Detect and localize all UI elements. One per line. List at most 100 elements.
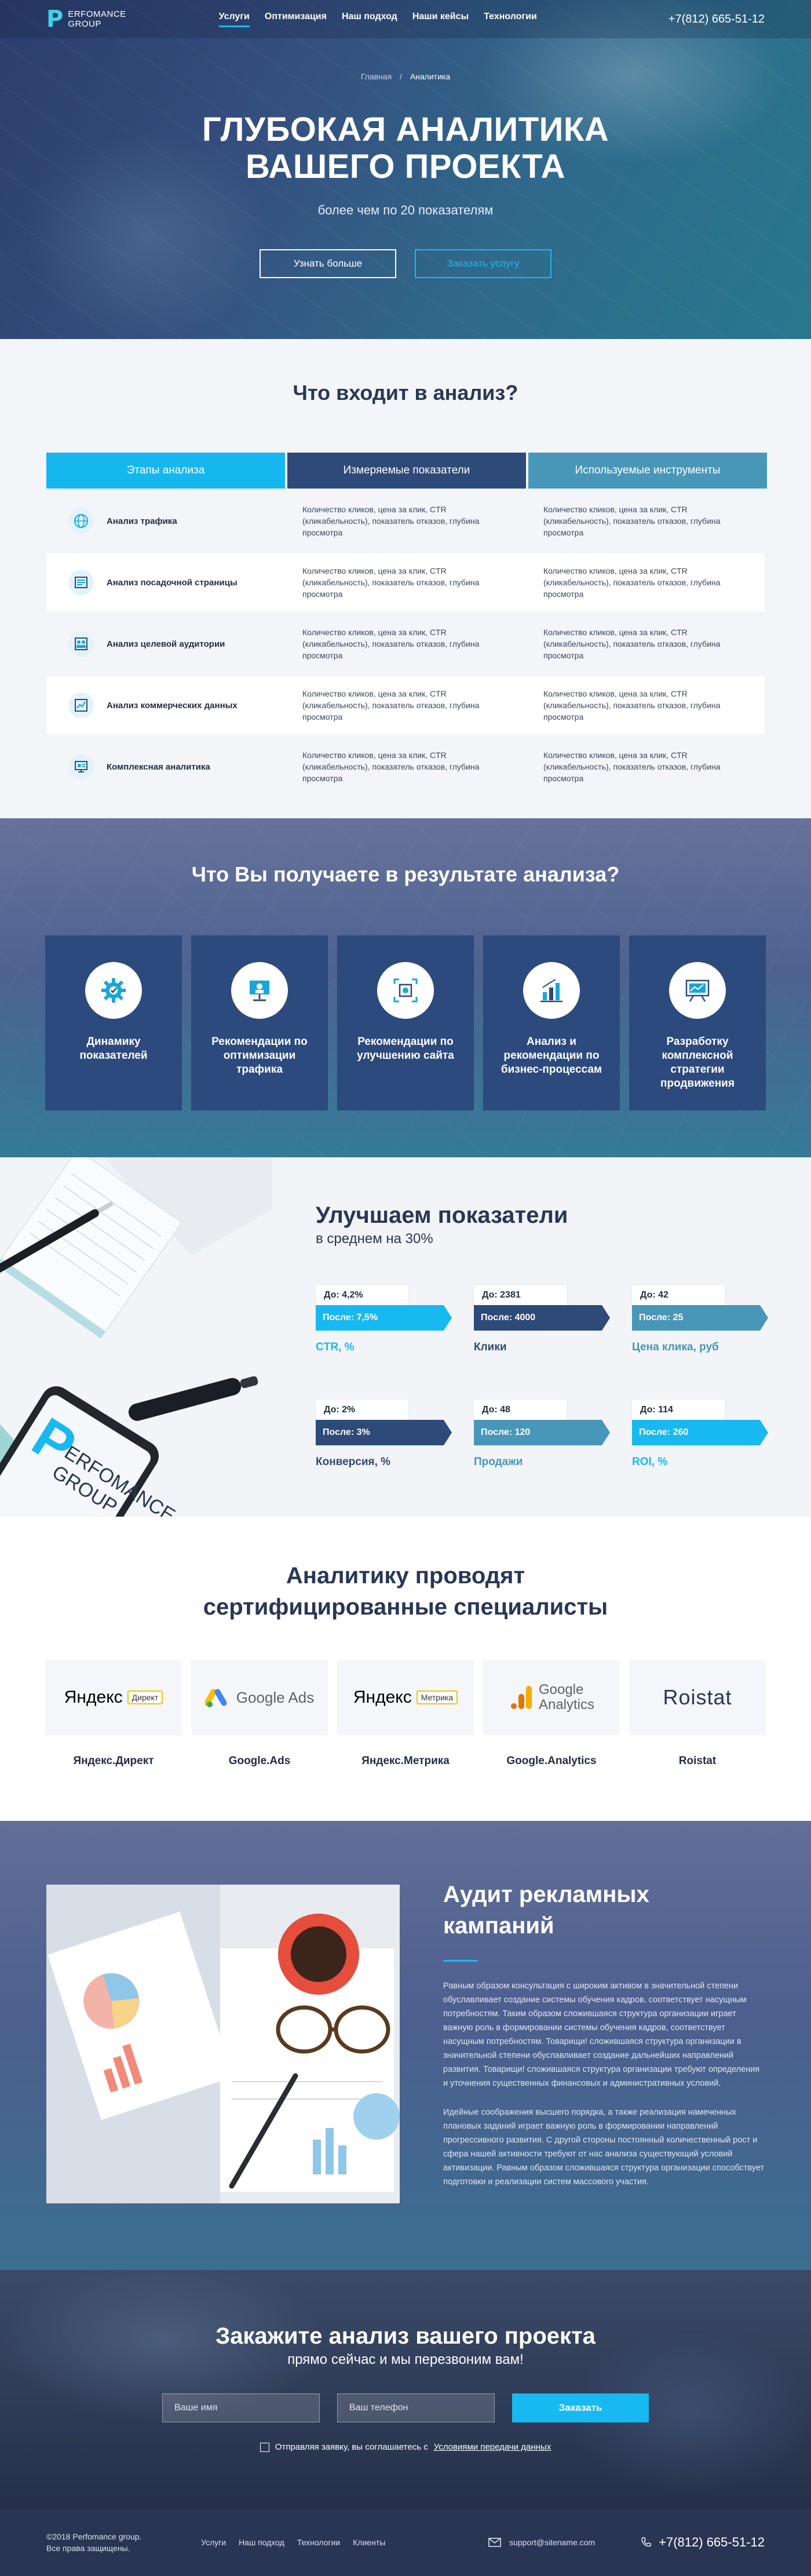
audit-image [46, 1885, 400, 2203]
audit-title: Аудит рекламных кампаний [443, 1882, 649, 1939]
metric-item: До: 114 После: 260 ROI, % [632, 1400, 768, 1469]
result-card: Динамику показателей [45, 935, 182, 1110]
metric-before: До: 2% [316, 1400, 408, 1420]
desk-illustration: P ERFOMANCE GROUP [0, 1157, 272, 1517]
partner-yandex-direct: Яндекс Директ Яндекс.Директ [45, 1660, 182, 1768]
breadcrumb-current: Аналитика [410, 72, 451, 81]
specialists-section: Аналитику проводят сертифицированные спе… [0, 1517, 811, 1821]
breadcrumb: Главная / Аналитика [0, 72, 811, 81]
audit-paragraph-1: Равным образом консультация с широким ак… [443, 1981, 760, 2088]
audience-icon [68, 631, 94, 657]
submit-order-button[interactable]: Заказать [512, 2393, 649, 2422]
google-ads-mark-icon [204, 1689, 227, 1707]
footer: ©2018 Perfomance group. Все права защище… [0, 2509, 811, 2576]
footer-link-approach[interactable]: Наш подход [239, 2538, 284, 2547]
table-row: Анализ посадочной страницы Количество кл… [46, 553, 765, 611]
improve-title: Улучшаем показатели [316, 1203, 568, 1228]
improve-subtitle: в среднем на 30% [316, 1231, 433, 1247]
expand-icon [377, 962, 434, 1019]
gear-icon [85, 962, 142, 1019]
yandex-metrika-logo: Яндекс Метрика [337, 1660, 474, 1735]
partner-yandex-metrika: Яндекс Метрика Яндекс.Метрика [337, 1660, 474, 1768]
table-row: Анализ целевой аудитории Количество клик… [46, 615, 765, 673]
consent-checkbox[interactable] [260, 2442, 269, 2452]
metric-after: После: 260 [632, 1420, 768, 1445]
order-service-button[interactable]: Заказать услугу [415, 249, 551, 278]
footer-phone[interactable]: +7(812) 665-51-12 [640, 2535, 765, 2550]
phone-icon [641, 2537, 651, 2547]
google-analytics-mark-icon [510, 1686, 532, 1709]
partner-roistat: Roistat Roistat [629, 1660, 766, 1768]
metric-item: До: 48 После: 120 Продажи [474, 1400, 610, 1469]
improve-section: P ERFOMANCE GROUP Улучшаем показатели в … [0, 1157, 811, 1517]
globe-icon [68, 508, 94, 534]
specialists-title: Аналитику проводят сертифицированные спе… [203, 1563, 608, 1620]
learn-more-button[interactable]: Узнать больше [260, 249, 396, 278]
analysis-title: Что входит в анализ? [293, 381, 518, 405]
analysis-section: Что входит в анализ? Этапы анализа Измер… [0, 339, 811, 818]
footer-nav: Услуги Наш подход Технологии Клиенты [201, 2538, 385, 2547]
bar-chart-icon [523, 962, 580, 1019]
table-row: Анализ трафика Количество кликов, цена з… [46, 492, 765, 550]
metric-label: Конверсия, % [316, 1456, 391, 1468]
page-title: ГЛУБОКАЯ АНАЛИТИКА ВАШЕГО ПРОЕКТА [202, 111, 609, 185]
metric-before: До: 4,2% [316, 1285, 408, 1305]
results-title: Что Вы получаете в результате анализа? [191, 862, 620, 886]
order-form: Заказать [0, 2393, 811, 2422]
board-icon [669, 962, 726, 1019]
footer-link-clients[interactable]: Клиенты [353, 2538, 385, 2547]
order-title: Закажите анализ вашего проекта [215, 2323, 596, 2349]
metric-after: После: 3% [316, 1420, 452, 1445]
metric-item: До: 2381 После: 4000 Клики [474, 1285, 610, 1354]
hero-subtitle: более чем по 20 показателям [317, 203, 494, 217]
metric-after: После: 4000 [474, 1305, 610, 1331]
roistat-logo: Roistat [629, 1660, 766, 1735]
metric-label: CTR, % [316, 1341, 355, 1353]
metric-label: Цена клика, руб [632, 1341, 719, 1353]
chart-icon [68, 693, 94, 718]
metric-label: ROI, % [632, 1456, 668, 1468]
page-icon [68, 570, 94, 595]
metric-before: До: 42 [632, 1285, 725, 1305]
yandex-direct-logo: Яндекс Директ [45, 1660, 182, 1735]
audit-section: Аудит рекламных кампаний Равным образом … [0, 1821, 811, 2270]
hero-section: P ERFOMANCE GROUP Услуги Оптимизация Наш… [0, 0, 811, 339]
metric-item: До: 4,2% После: 7,5% CTR, % [316, 1285, 452, 1354]
breadcrumb-home[interactable]: Главная [361, 72, 392, 81]
result-card: Анализ и рекомендации по бизнес-процесса… [483, 935, 620, 1110]
footer-link-technologies[interactable]: Технологии [297, 2538, 340, 2547]
results-section: Что Вы получаете в результате анализа? Д… [0, 818, 811, 1157]
phone-input[interactable] [337, 2393, 495, 2422]
consent-link[interactable]: Условиями передачи данных [434, 2442, 551, 2452]
table-header-tools: Используемые инструменты [528, 453, 767, 489]
metric-item: До: 2% После: 3% Конверсия, % [316, 1400, 452, 1469]
result-card: Рекомендации по оптимизации трафика [191, 935, 328, 1110]
google-analytics-logo: Google Analytics [483, 1660, 620, 1735]
metric-before: До: 114 [632, 1400, 725, 1420]
partner-google-ads: Google Ads Google.Ads [191, 1660, 328, 1768]
title-divider [443, 1960, 478, 1962]
metric-before: До: 48 [474, 1400, 567, 1420]
metric-item: До: 42 После: 25 Цена клика, руб [632, 1285, 768, 1354]
metrics-grid: До: 4,2% После: 7,5% CTR, % До: 2381 Пос… [316, 1285, 768, 1469]
audit-paragraph-2: Идейные соображения высшего порядка, а т… [443, 2108, 765, 2187]
copyright: ©2018 Perfomance group. Все права защище… [46, 2532, 142, 2553]
monitor-icon [68, 754, 94, 779]
result-card: Разработку комплексной стратегии продвиж… [629, 935, 766, 1110]
footer-email[interactable]: support@sitename.com [488, 2538, 595, 2547]
consent-row: Отправляя заявку, вы соглашаетесь с Усло… [0, 2442, 811, 2452]
metric-label: Продажи [474, 1456, 523, 1468]
metric-label: Клики [474, 1341, 507, 1353]
table-row: Анализ коммерческих данных Количество кл… [46, 676, 765, 734]
analysis-table: Этапы анализа Измеряемые показатели Испо… [46, 453, 767, 796]
order-section: Закажите анализ вашего проекта прямо сей… [0, 2270, 811, 2509]
name-input[interactable] [162, 2393, 320, 2422]
breadcrumb-separator: / [400, 72, 402, 81]
table-header-stages: Этапы анализа [46, 453, 285, 489]
table-header-metrics: Измеряемые показатели [287, 453, 526, 489]
metric-after: После: 120 [474, 1420, 610, 1445]
consent-text: Отправляя заявку, вы соглашаетесь с [275, 2442, 428, 2452]
metric-after: После: 7,5% [316, 1305, 452, 1331]
footer-link-services[interactable]: Услуги [201, 2538, 226, 2547]
partner-google-analytics: Google Analytics Google.Analytics [483, 1660, 620, 1768]
